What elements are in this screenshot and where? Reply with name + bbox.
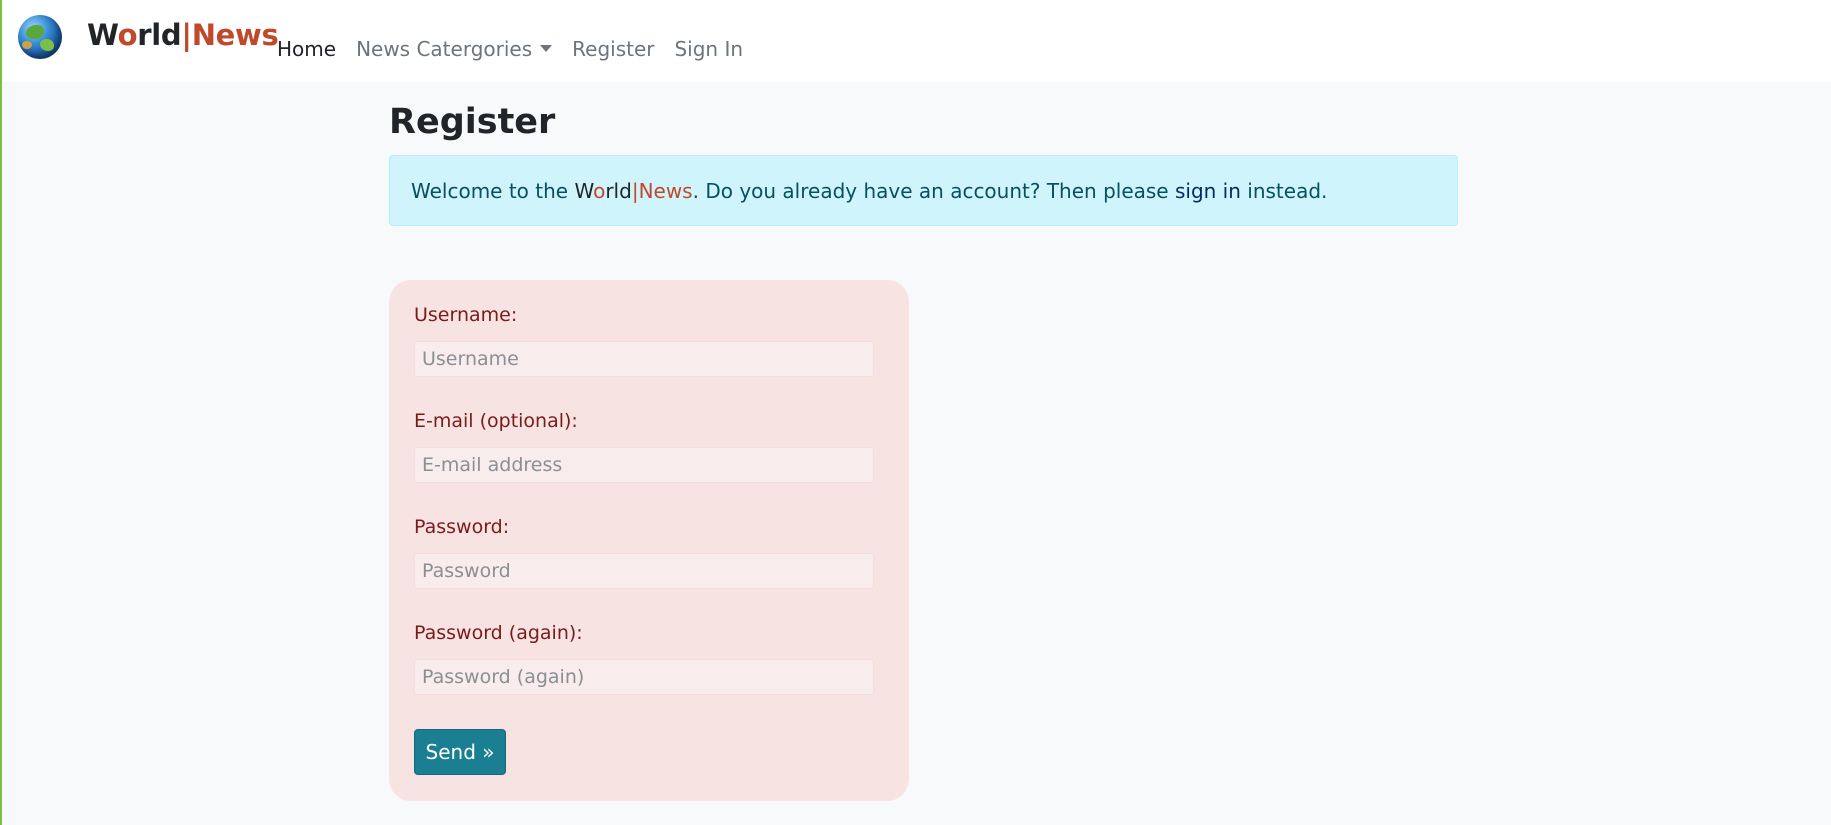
email-input[interactable]	[414, 447, 874, 483]
nav-news-categories[interactable]: News Catergories	[356, 37, 553, 61]
username-label: Username:	[414, 304, 518, 326]
navbar: World|News Home News Catergories Registe…	[2, 0, 1831, 82]
main-nav: Home News Catergories Register Sign In	[277, 36, 763, 62]
password-again-input[interactable]	[414, 659, 874, 695]
password-input[interactable]	[414, 553, 874, 589]
alert-text: Welcome to the World|News. Do you alread…	[411, 178, 1328, 203]
password-group: Password:	[414, 515, 874, 589]
info-alert: Welcome to the World|News. Do you alread…	[389, 155, 1458, 226]
email-group: E-mail (optional):	[414, 409, 874, 483]
email-label: E-mail (optional):	[414, 410, 578, 432]
page-title: Register	[389, 102, 556, 142]
register-form: Username: E-mail (optional): Password: P…	[389, 280, 909, 801]
caret-down-icon	[540, 45, 553, 52]
nav-sign-in[interactable]: Sign In	[674, 37, 743, 61]
password-again-label: Password (again):	[414, 622, 583, 644]
brand-name[interactable]: World|News	[87, 18, 279, 52]
send-button[interactable]: Send »	[414, 729, 506, 775]
globe-icon[interactable]	[18, 15, 62, 59]
password-label: Password:	[414, 516, 510, 538]
window-edge	[0, 0, 2, 825]
nav-home[interactable]: Home	[277, 37, 336, 61]
username-group: Username:	[414, 303, 874, 377]
sign-in-link[interactable]: sign in	[1175, 179, 1241, 203]
nav-news-categories-label: News Catergories	[356, 37, 533, 61]
password-again-group: Password (again):	[414, 621, 874, 695]
username-input[interactable]	[414, 341, 874, 377]
nav-register[interactable]: Register	[572, 37, 654, 61]
